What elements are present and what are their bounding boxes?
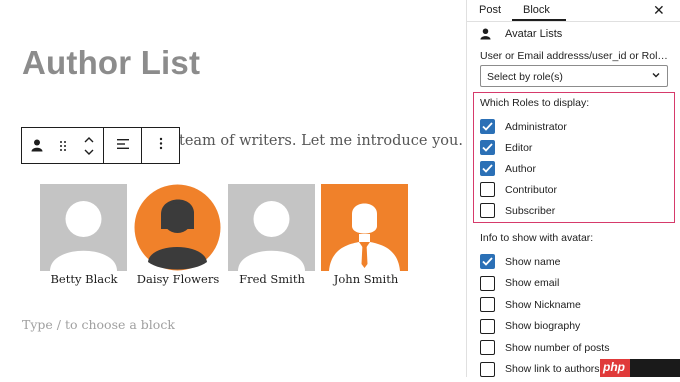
avatar-john-smith[interactable] [321, 184, 408, 271]
avatar-fred-smith[interactable] [228, 184, 315, 271]
checkmark-icon [482, 122, 493, 131]
info-checkbox-row[interactable]: Show biography [480, 318, 581, 334]
info-checkbox-row[interactable]: Show number of posts [480, 340, 609, 355]
checkmark-icon [482, 257, 493, 266]
move-up-down-icon[interactable] [76, 135, 102, 157]
info-option-label: Show Nickname [505, 298, 581, 311]
tab-block[interactable]: Block [523, 4, 550, 16]
watermark-text: php [603, 360, 625, 374]
role-option-label: Contributor [505, 183, 557, 196]
info-checkbox-row[interactable]: Show email [480, 275, 560, 291]
role-checkbox-row[interactable]: Administrator [480, 119, 567, 134]
role-select[interactable]: Select by role(s) [480, 65, 668, 87]
info-checkbox-row[interactable]: Show name [480, 254, 560, 269]
checkbox-checked[interactable] [480, 119, 495, 134]
tab-post[interactable]: Post [479, 4, 501, 16]
checkbox-unchecked[interactable] [480, 275, 495, 291]
drag-handle-icon[interactable] [50, 140, 76, 152]
author-name: Fred Smith [239, 272, 305, 286]
avatar-betty-black[interactable] [40, 184, 127, 271]
author-block-icon [480, 28, 491, 40]
role-checkbox-row[interactable]: Subscriber [480, 203, 555, 218]
role-option-label: Author [505, 162, 536, 175]
chevron-down-icon [651, 70, 661, 83]
editor-canvas: Author List team of writers. Let me intr… [0, 0, 466, 377]
role-checkbox-row[interactable]: Contributor [480, 182, 557, 197]
info-option-label: Show number of posts [505, 341, 610, 354]
checkbox-unchecked[interactable] [480, 318, 495, 334]
role-option-label: Editor [505, 141, 533, 154]
sidebar-tabs: Post Block ✕ [467, 0, 680, 22]
align-button[interactable] [104, 128, 142, 163]
more-options-button[interactable] [142, 128, 179, 163]
settings-sidebar: Post Block ✕ Avatar Lists User or Email … [466, 0, 680, 377]
checkbox-unchecked[interactable] [480, 297, 495, 312]
checkbox-unchecked[interactable] [480, 340, 495, 355]
checkbox-unchecked[interactable] [480, 182, 495, 197]
checkbox-checked[interactable] [480, 140, 495, 155]
role-option-label: Administrator [505, 120, 567, 133]
intro-paragraph[interactable]: team of writers. Let me introduce you. [179, 133, 463, 149]
info-option-label: Show link to authors [505, 363, 600, 375]
author-name: Betty Black [50, 272, 118, 286]
select-value: Select by role(s) [487, 71, 563, 83]
block-placeholder[interactable]: Type / to choose a block [22, 317, 175, 332]
active-tab-indicator [512, 19, 566, 21]
info-checkbox-row[interactable]: Show Nickname [480, 297, 581, 312]
role-checkbox-row[interactable]: Author [480, 161, 536, 176]
info-label: Info to show with avatar: [480, 232, 594, 244]
author-name: Daisy Flowers [136, 272, 220, 286]
info-option-label: Show email [505, 277, 560, 289]
author-name: John Smith [333, 272, 399, 286]
checkbox-unchecked[interactable] [480, 203, 495, 218]
more-vertical-icon [159, 137, 163, 155]
info-option-label: Show name [505, 255, 561, 268]
info-option-label: Show biography [505, 320, 581, 332]
checkmark-icon [482, 143, 493, 152]
checkmark-icon [482, 164, 493, 173]
author-block-icon[interactable] [24, 139, 50, 152]
close-icon[interactable]: ✕ [653, 2, 665, 19]
roles-label: Which Roles to display: [480, 97, 590, 109]
watermark: php [600, 359, 680, 377]
page-title[interactable]: Author List [22, 44, 200, 82]
block-toolbar [21, 127, 180, 164]
role-checkbox-row[interactable]: Editor [480, 140, 532, 155]
checkbox-unchecked[interactable] [480, 361, 495, 377]
align-left-icon [116, 137, 130, 155]
checkbox-checked[interactable] [480, 161, 495, 176]
block-name: Avatar Lists [505, 28, 563, 40]
avatar-daisy-flowers[interactable] [134, 184, 221, 271]
block-card: Avatar Lists [480, 28, 562, 40]
role-option-label: Subscriber [505, 204, 556, 217]
user-field-label: User or Email addresss/user_id or Rol… [480, 50, 668, 62]
info-checkbox-row[interactable]: Show link to authors [480, 361, 600, 377]
checkbox-checked[interactable] [480, 254, 495, 269]
toolbar-group-move [22, 128, 104, 163]
